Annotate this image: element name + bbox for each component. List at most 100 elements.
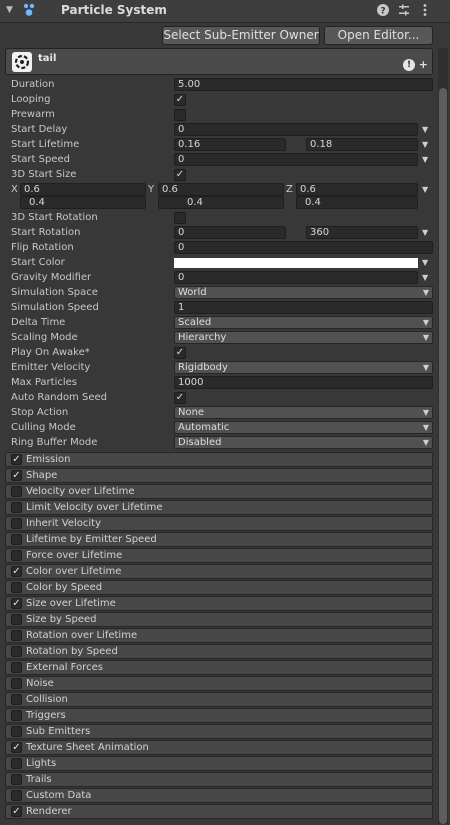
module-enable-checkbox[interactable] bbox=[11, 662, 22, 673]
module-header[interactable]: ✓ Emission bbox=[5, 452, 433, 467]
start-size-x2-field[interactable]: 0.4 bbox=[20, 196, 146, 209]
module-enable-checkbox[interactable]: ✓ bbox=[11, 598, 22, 609]
start-lifetime-max-field[interactable]: 0.18 bbox=[306, 138, 418, 151]
module-enable-checkbox[interactable] bbox=[11, 646, 22, 657]
module-header[interactable]: Inherit Velocity bbox=[5, 516, 433, 531]
start-size-3d-checkbox[interactable]: ✓ bbox=[174, 169, 186, 181]
module-header[interactable]: Sub Emitters bbox=[5, 724, 433, 739]
preset-icon[interactable] bbox=[397, 3, 411, 17]
play-on-awake-checkbox[interactable]: ✓ bbox=[174, 347, 186, 359]
max-particles-field[interactable]: 1000 bbox=[174, 376, 433, 389]
start-rotation-max-field[interactable]: 360 bbox=[306, 226, 418, 239]
module-header[interactable]: ✓ Texture Sheet Animation bbox=[5, 740, 433, 755]
module-header[interactable]: Noise bbox=[5, 676, 433, 691]
module-enable-checkbox[interactable] bbox=[11, 518, 22, 529]
gravity-modifier-mode-icon[interactable]: ▼ bbox=[422, 273, 428, 282]
start-size-y2-field[interactable]: 0.4 bbox=[158, 196, 284, 209]
start-rotation-min-field[interactable]: 0 bbox=[174, 226, 286, 239]
module-header[interactable]: Rotation by Speed bbox=[5, 644, 433, 659]
duration-field[interactable]: 5.00 bbox=[174, 78, 433, 91]
info-icon[interactable]: ! bbox=[403, 59, 415, 71]
module-enable-checkbox[interactable]: ✓ bbox=[11, 454, 22, 465]
culling-mode-dropdown[interactable]: Automatic ▼ bbox=[174, 421, 433, 434]
emitter-velocity-dropdown[interactable]: Rigidbody ▼ bbox=[174, 361, 433, 374]
start-delay-mode-icon[interactable]: ▼ bbox=[422, 125, 428, 134]
module-header[interactable]: Triggers bbox=[5, 708, 433, 723]
particle-system-icon bbox=[23, 3, 35, 16]
module-header[interactable]: Color by Speed bbox=[5, 580, 433, 595]
start-size-z1-field[interactable]: 0.6 bbox=[296, 183, 418, 196]
module-label: Rotation over Lifetime bbox=[26, 630, 138, 641]
module-header[interactable]: ✓ Color over Lifetime bbox=[5, 564, 433, 579]
more-icon[interactable] bbox=[418, 3, 432, 17]
module-header[interactable]: External Forces bbox=[5, 660, 433, 675]
start-color-swatch[interactable] bbox=[174, 258, 418, 268]
add-icon[interactable]: + bbox=[419, 59, 428, 71]
flip-rotation-field[interactable]: 0 bbox=[174, 241, 433, 254]
module-header[interactable]: ✓ Shape bbox=[5, 468, 433, 483]
module-header[interactable]: Rotation over Lifetime bbox=[5, 628, 433, 643]
module-header[interactable]: Velocity over Lifetime bbox=[5, 484, 433, 499]
start-rotation-mode-icon[interactable]: ▼ bbox=[422, 228, 428, 237]
module-enable-checkbox[interactable] bbox=[11, 630, 22, 641]
module-enable-checkbox[interactable]: ✓ bbox=[11, 806, 22, 817]
module-enable-checkbox[interactable] bbox=[11, 694, 22, 705]
start-size-y1-field[interactable]: 0.6 bbox=[158, 183, 284, 196]
module-enable-checkbox[interactable] bbox=[11, 774, 22, 785]
module-header[interactable]: ✓ Size over Lifetime bbox=[5, 596, 433, 611]
module-header[interactable]: ✓ Renderer bbox=[5, 804, 433, 819]
start-speed-label: Start Speed bbox=[11, 154, 70, 165]
module-enable-checkbox[interactable] bbox=[11, 550, 22, 561]
module-header[interactable]: Size by Speed bbox=[5, 612, 433, 627]
module-header[interactable]: Limit Velocity over Lifetime bbox=[5, 500, 433, 515]
start-delay-field[interactable]: 0 bbox=[174, 123, 418, 136]
module-enable-checkbox[interactable]: ✓ bbox=[11, 566, 22, 577]
module-header[interactable]: Custom Data bbox=[5, 788, 433, 803]
start-lifetime-mode-icon[interactable]: ▼ bbox=[422, 140, 428, 149]
vertical-scrollbar[interactable] bbox=[438, 48, 448, 824]
start-color-mode-icon[interactable]: ▼ bbox=[422, 258, 428, 267]
auto-random-seed-checkbox[interactable]: ✓ bbox=[174, 392, 186, 404]
start-speed-mode-icon[interactable]: ▼ bbox=[422, 155, 428, 164]
looping-checkbox[interactable]: ✓ bbox=[174, 94, 186, 106]
module-enable-checkbox[interactable] bbox=[11, 582, 22, 593]
module-enable-checkbox[interactable] bbox=[11, 726, 22, 737]
help-icon[interactable]: ? bbox=[376, 3, 390, 17]
module-enable-checkbox[interactable]: ✓ bbox=[11, 742, 22, 753]
module-enable-checkbox[interactable]: ✓ bbox=[11, 470, 22, 481]
delta-time-dropdown[interactable]: Scaled ▼ bbox=[174, 316, 433, 329]
start-size-mode-icon[interactable]: ▼ bbox=[422, 185, 428, 194]
start-rotation-3d-checkbox[interactable] bbox=[174, 212, 186, 224]
open-editor-button[interactable]: Open Editor... bbox=[324, 26, 433, 45]
module-header[interactable]: Lifetime by Emitter Speed bbox=[5, 532, 433, 547]
module-header[interactable]: Lights bbox=[5, 756, 433, 771]
module-enable-checkbox[interactable] bbox=[11, 710, 22, 721]
system-header[interactable]: tail ! + bbox=[5, 48, 433, 75]
module-header[interactable]: Force over Lifetime bbox=[5, 548, 433, 563]
module-enable-checkbox[interactable] bbox=[11, 534, 22, 545]
prewarm-checkbox[interactable] bbox=[174, 109, 186, 121]
start-lifetime-min-field[interactable]: 0.16 bbox=[174, 138, 286, 151]
scaling-mode-dropdown[interactable]: Hierarchy ▼ bbox=[174, 331, 433, 344]
select-sub-emitter-owner-button[interactable]: Select Sub-Emitter Owner bbox=[162, 26, 320, 45]
simulation-space-dropdown[interactable]: World ▼ bbox=[174, 286, 433, 299]
module-enable-checkbox[interactable] bbox=[11, 678, 22, 689]
module-header[interactable]: Trails bbox=[5, 772, 433, 787]
module-header[interactable]: Collision bbox=[5, 692, 433, 707]
simulation-speed-field[interactable]: 1 bbox=[174, 301, 433, 314]
gravity-modifier-field[interactable]: 0 bbox=[174, 271, 418, 284]
start-size-z2-field[interactable]: 0.4 bbox=[296, 196, 418, 209]
scrollbar-thumb[interactable] bbox=[439, 88, 447, 824]
fold-arrow-icon[interactable]: ▼ bbox=[6, 5, 13, 15]
stop-action-dropdown[interactable]: None ▼ bbox=[174, 406, 433, 419]
scaling-mode-row: Scaling Mode Hierarchy ▼ bbox=[10, 331, 433, 345]
module-enable-checkbox[interactable] bbox=[11, 614, 22, 625]
module-enable-checkbox[interactable] bbox=[11, 790, 22, 801]
module-enable-checkbox[interactable] bbox=[11, 502, 22, 513]
module-enable-checkbox[interactable] bbox=[11, 486, 22, 497]
module-enable-checkbox[interactable] bbox=[11, 758, 22, 769]
play-on-awake-label: Play On Awake* bbox=[11, 347, 90, 358]
start-speed-field[interactable]: 0 bbox=[174, 153, 418, 166]
ring-buffer-mode-dropdown[interactable]: Disabled ▼ bbox=[174, 436, 433, 449]
start-size-x1-field[interactable]: 0.6 bbox=[20, 183, 146, 196]
